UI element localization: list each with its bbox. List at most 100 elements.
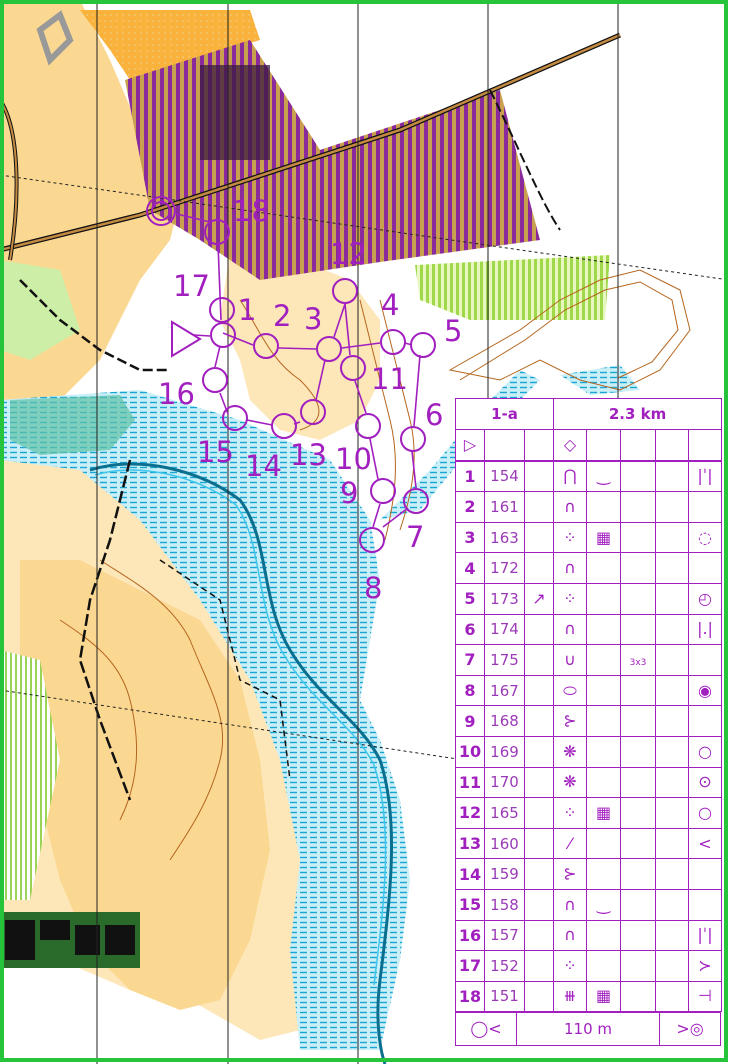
- control-code: 169: [484, 735, 525, 768]
- bump-icon: ⋂: [553, 460, 587, 493]
- header-row: 1-a 2.3 km: [455, 398, 723, 430]
- control-number: 13: [455, 827, 485, 860]
- control-row: 7 175 ∪ 3x3: [455, 644, 722, 676]
- filled-dot-circle-icon: ◉: [688, 674, 722, 707]
- finish-distance: 110 m: [516, 1012, 660, 1047]
- control-row: 1 154 ⋂ ‿ |ˈ|: [455, 460, 722, 493]
- circle-small-icon: ○: [688, 735, 722, 768]
- control-label-8: 8: [364, 571, 382, 605]
- thicket-icon: ❋: [553, 735, 587, 768]
- control-label-5: 5: [444, 314, 462, 348]
- reentrant-icon: ⊱: [553, 858, 587, 890]
- control-number: 17: [455, 950, 485, 982]
- dotted-circle-icon: ⁘: [553, 582, 587, 615]
- finish-start-icon: ◯<: [455, 1012, 517, 1047]
- less-than-icon: <: [688, 827, 722, 860]
- building: [5, 920, 35, 960]
- y-fork-icon: ≻: [688, 950, 722, 982]
- circle-small-icon: ○: [688, 797, 722, 829]
- control-number: 3: [455, 521, 485, 554]
- control-row: 2 161 ∩: [455, 491, 722, 523]
- grid-icon: ▦: [586, 797, 621, 829]
- control-row: 3 163 ⁘ ▦ ◌: [455, 521, 722, 554]
- control-number: 15: [455, 888, 485, 921]
- ellipse-icon: ⬭: [553, 674, 587, 707]
- knoll-icon: ∩: [553, 491, 587, 523]
- dotted-circle-icon: ⁘: [553, 797, 587, 829]
- control-code: 157: [484, 919, 525, 952]
- control-row: 10 169 ❋ ○: [455, 735, 722, 768]
- control-label-3: 3: [304, 302, 322, 336]
- control-row: 15 158 ∩ ‿: [455, 888, 722, 921]
- control-number: 5: [455, 582, 485, 615]
- control-number: 2: [455, 491, 485, 523]
- circle-dot-icon: ◴: [688, 582, 722, 615]
- control-row: 16 157 ∩ |ˈ|: [455, 919, 722, 952]
- description-table: 1-a 2.3 km ▷ ◇: [455, 398, 723, 461]
- start-row: ▷ ◇: [455, 429, 723, 461]
- control-label-18: 18: [233, 194, 270, 228]
- control-number: 9: [455, 705, 485, 737]
- grid-icon: ▦: [586, 521, 621, 554]
- building: [75, 925, 100, 955]
- control-row: 13 160 ⁄ <: [455, 827, 722, 860]
- control-code: 163: [484, 521, 525, 554]
- control-label-14: 14: [245, 449, 282, 483]
- side-left-icon: |ˈ|: [688, 460, 722, 493]
- control-row: 14 159 ⊱: [455, 858, 722, 890]
- fence-line-icon: ⧻: [553, 980, 587, 1013]
- dotted-circle-icon: ⁘: [553, 950, 587, 982]
- control-code: 167: [484, 674, 525, 707]
- slash-line-icon: ⁄: [553, 827, 587, 860]
- control-row: 12 165 ⁘ ▦ ○: [455, 797, 722, 829]
- control-number: 12: [455, 797, 485, 829]
- control-code: 160: [484, 827, 525, 860]
- control-code: 174: [484, 613, 525, 646]
- control-number: 7: [455, 644, 485, 676]
- control-code: 165: [484, 797, 525, 829]
- control-code: 168: [484, 705, 525, 737]
- knoll-icon: ∩: [553, 613, 587, 646]
- control-row: 5 173 ↗ ⁘ ◴: [455, 582, 722, 615]
- control-code: 172: [484, 552, 525, 584]
- shallow-depression-icon: ‿: [586, 888, 621, 921]
- control-label-11: 11: [371, 362, 408, 396]
- course-length: 2.3 km: [552, 398, 723, 430]
- control-label-15: 15: [197, 435, 234, 469]
- circle-dot-center-icon: ⊙: [688, 766, 722, 799]
- control-label-7: 7: [406, 520, 424, 554]
- control-row: 8 167 ⬭ ◉: [455, 674, 722, 707]
- side-left-dot-icon: |.|: [688, 613, 722, 646]
- building-block: [200, 65, 270, 160]
- control-code: 158: [484, 888, 525, 921]
- start-triangle-icon: ▷: [455, 429, 485, 461]
- control-label-16: 16: [158, 377, 195, 411]
- control-label-13: 13: [290, 438, 327, 472]
- control-code: 175: [484, 644, 525, 676]
- finish-row: ◯< 110 m >◎: [455, 1012, 721, 1047]
- tee-right-icon: ⊣: [688, 980, 722, 1013]
- control-number: 11: [455, 766, 485, 799]
- footer-table: ◯< 110 m >◎: [455, 1012, 721, 1047]
- grid-icon: ▦: [586, 980, 621, 1013]
- control-number: 6: [455, 613, 485, 646]
- control-label-9: 9: [340, 476, 358, 510]
- control-code: 170: [484, 766, 525, 799]
- control-row: 6 174 ∩ |.|: [455, 613, 722, 646]
- control-label-4: 4: [381, 288, 399, 322]
- dimension-text: 3x3: [620, 644, 656, 676]
- control-code: 152: [484, 950, 525, 982]
- arrow-ne-icon: ↗: [524, 582, 554, 615]
- building: [105, 925, 135, 955]
- control-row: 17 152 ⁘ ≻: [455, 950, 722, 982]
- control-row: 11 170 ❋ ⊙: [455, 766, 722, 799]
- knoll-icon: ∩: [553, 552, 587, 584]
- reentrant-icon: ⊱: [553, 705, 587, 737]
- thicket-icon: ❋: [553, 766, 587, 799]
- control-number: 10: [455, 735, 485, 768]
- finish-double-circle-icon: >◎: [659, 1012, 721, 1047]
- building: [40, 920, 70, 940]
- control-label-17: 17: [173, 269, 210, 303]
- knoll-icon: ∩: [553, 888, 587, 921]
- control-code: 154: [484, 460, 525, 493]
